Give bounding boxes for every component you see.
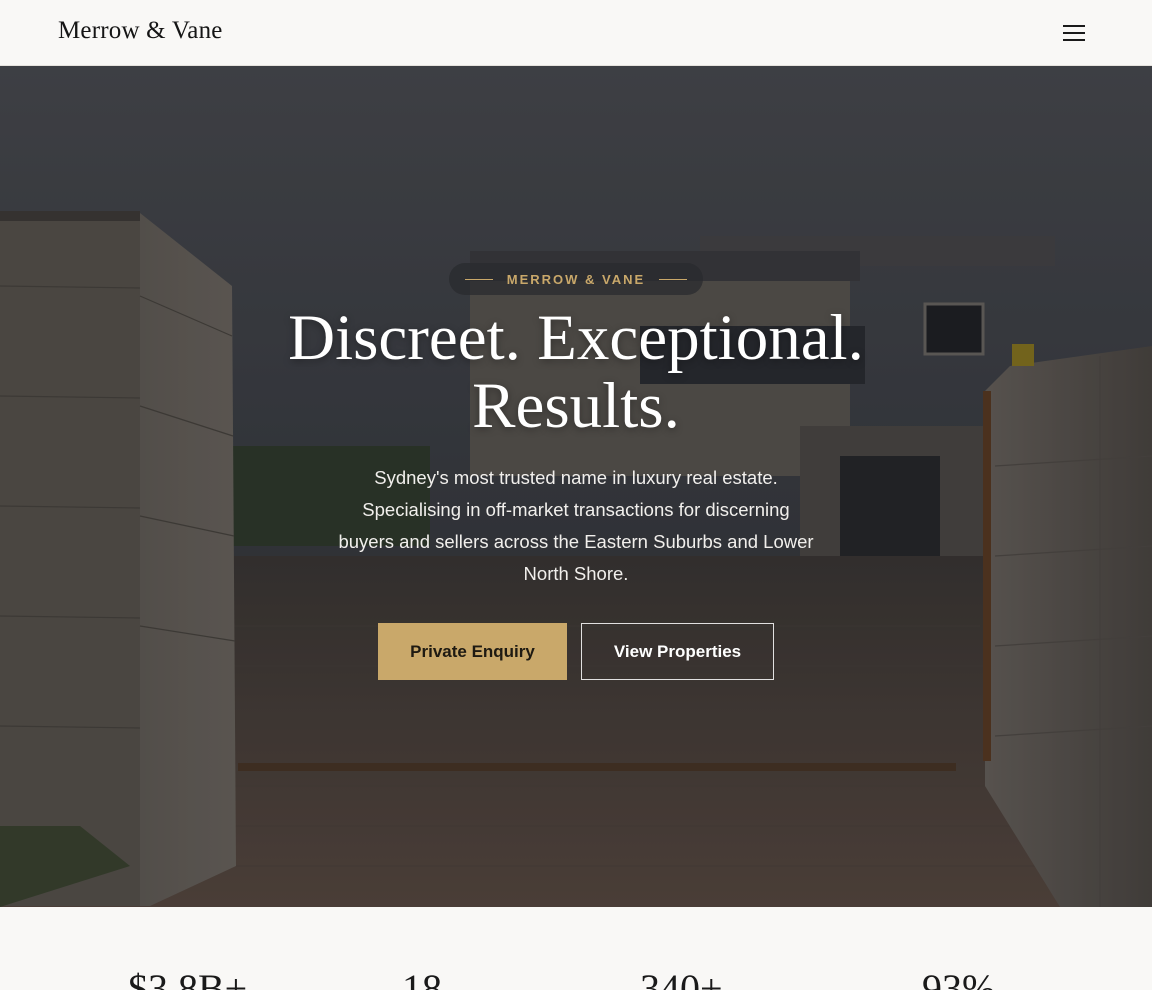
private-enquiry-button[interactable]: Private Enquiry: [378, 623, 567, 680]
stat-value-properties: 340+: [640, 966, 723, 990]
brand-logo[interactable]: Merrow & Vane: [58, 17, 223, 45]
eyebrow-rule: [464, 278, 493, 280]
stats-strip: $3.8B+ 18 340+ 93%: [0, 907, 1152, 990]
hero-eyebrow: MERROW & VANE: [449, 263, 703, 295]
stat-value-rate: 93%: [922, 966, 996, 990]
eyebrow-text: MERROW & VANE: [506, 271, 646, 287]
headline-line-1: Discreet. Exceptional.: [288, 302, 864, 374]
stat-value-sales: $3.8B+: [128, 966, 248, 990]
hamburger-menu-icon[interactable]: [1060, 22, 1088, 44]
hero-subtext: Sydney's most trusted name in luxury rea…: [338, 467, 814, 584]
menu-bar: [1063, 39, 1085, 41]
menu-bar: [1063, 32, 1085, 34]
stat-value-years: 18: [402, 966, 442, 990]
eyebrow-rule: [659, 278, 688, 280]
headline-line-2: Results.: [472, 370, 680, 442]
menu-bar: [1063, 25, 1085, 27]
hero-section: MERROW & VANE Discreet. Exceptional. Res…: [0, 66, 1152, 907]
site-header: Merrow & Vane: [0, 0, 1152, 66]
view-properties-button[interactable]: View Properties: [581, 623, 774, 680]
hero-headline: Discreet. Exceptional. Results.: [226, 304, 926, 440]
